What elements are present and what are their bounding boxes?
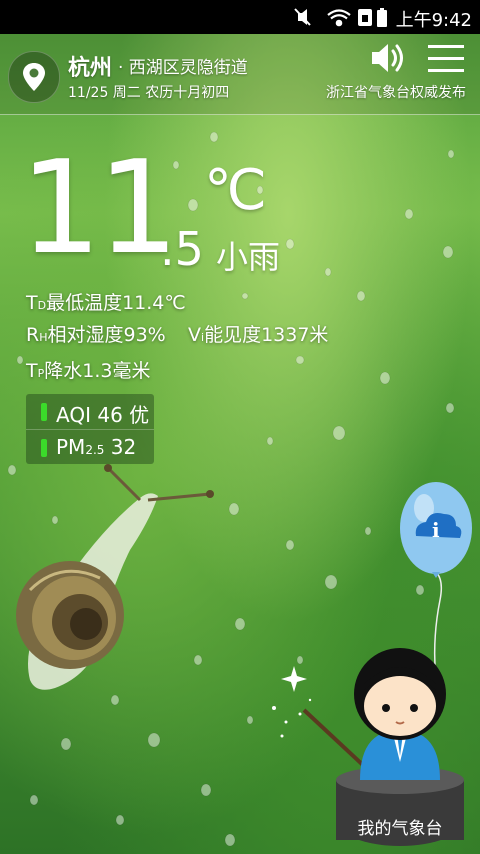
- status-time: 上午9:42: [395, 10, 472, 31]
- min-temp-sub: D: [37, 299, 47, 312]
- menu-icon[interactable]: [426, 42, 466, 76]
- battery-icon: [377, 8, 387, 27]
- aqi-level-indicator: [41, 403, 47, 421]
- precip-prefix: T: [26, 360, 38, 382]
- temperature-integer: 11: [20, 134, 179, 283]
- humidity-prefix: R: [26, 324, 40, 346]
- aqi-label: AQI: [56, 403, 91, 427]
- aqi-value: 46: [97, 403, 123, 427]
- pm25-level-indicator: [41, 439, 47, 457]
- sparkle-icon: [272, 666, 312, 738]
- aqi-level: 优: [129, 403, 150, 427]
- speaker-icon[interactable]: [368, 40, 408, 76]
- visibility-text: 能见度1337米: [204, 324, 329, 346]
- humidity-text: 相对湿度93%: [47, 324, 166, 346]
- temperature-decimal: .5: [160, 222, 204, 276]
- district-name[interactable]: · 西湖区灵隐街道: [118, 53, 248, 78]
- precip-text: 降水1.3毫米: [44, 360, 151, 382]
- location-button[interactable]: [8, 51, 60, 103]
- temperature-unit: ℃: [204, 158, 267, 223]
- visibility-prefix: V: [188, 324, 201, 346]
- date-line: 11/25 周二 农历十月初四: [68, 85, 230, 101]
- humidity-stat: RH相对湿度93%: [26, 320, 166, 347]
- status-icons: [294, 8, 387, 27]
- wifi-icon: [327, 9, 351, 27]
- location-pin-icon: [23, 63, 45, 91]
- min-temp-prefix: T: [26, 292, 38, 314]
- publisher-label: 浙江省气象台权威发布: [326, 85, 466, 101]
- precip-stat: TP降水1.3毫米: [26, 356, 150, 383]
- min-temp-text: 最低温度11.4℃: [46, 292, 186, 314]
- min-temp-stat: TD最低温度11.4℃: [26, 288, 186, 315]
- visibility-stat: Vi能见度1337米: [188, 320, 328, 347]
- pm25-row[interactable]: PM2.5 32: [26, 430, 154, 464]
- air-quality-panel[interactable]: AQI 46 优 PM2.5 32: [26, 394, 154, 464]
- pm-value: 32: [110, 435, 137, 459]
- pm-label: PM: [56, 435, 86, 459]
- sim-icon: [358, 9, 372, 26]
- aqi-row[interactable]: AQI 46 优: [26, 394, 154, 428]
- svg-text:i: i: [432, 518, 440, 542]
- city-name[interactable]: 杭州: [68, 50, 112, 82]
- status-bar: 上午9:42: [0, 0, 480, 34]
- snail-illustration: [16, 464, 214, 690]
- header: 杭州 · 西湖区灵隐街道 11/25 周二 农历十月初四 浙江省气象台权威发布: [0, 34, 480, 115]
- weather-description: 小雨: [216, 238, 281, 276]
- mute-icon: [294, 8, 311, 26]
- pm-sub: 2.5: [85, 443, 105, 457]
- mascot-label[interactable]: 我的气象台: [340, 814, 460, 839]
